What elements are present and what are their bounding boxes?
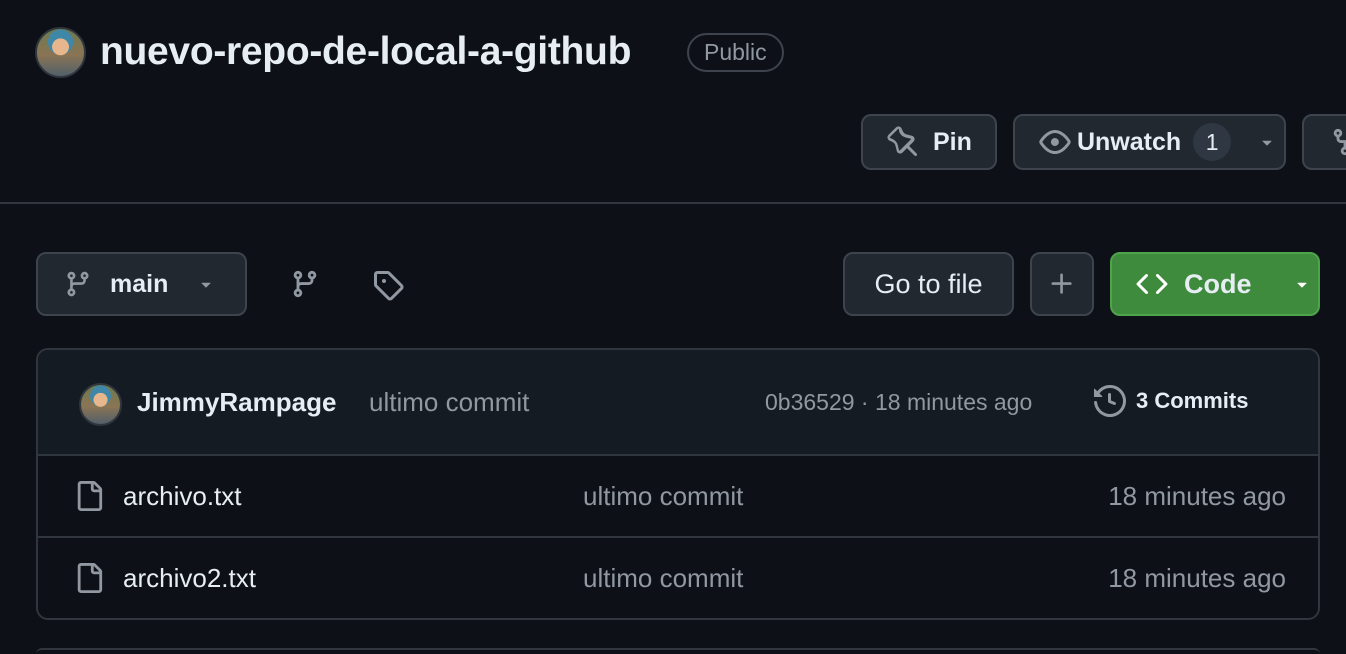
pin-icon: [887, 126, 919, 158]
pin-button[interactable]: Pin: [861, 114, 997, 170]
file-icon: [74, 480, 104, 512]
watchers-count: 1: [1193, 123, 1232, 161]
author-avatar[interactable]: [79, 383, 122, 426]
add-file-button[interactable]: [1030, 252, 1094, 316]
repo-title[interactable]: nuevo-repo-de-local-a-github: [100, 26, 631, 78]
unwatch-button[interactable]: Unwatch 1: [1013, 114, 1286, 170]
file-name[interactable]: archivo.txt: [123, 481, 242, 512]
file-row[interactable]: archivo.txt ultimo commit 18 minutes ago: [38, 456, 1318, 538]
file-commit-message[interactable]: ultimo commit: [583, 481, 743, 512]
tag-icon[interactable]: [372, 269, 404, 301]
file-table: JimmyRampage ultimo commit 0b36529 · 18 …: [36, 348, 1320, 620]
latest-commit-bar: JimmyRampage ultimo commit 0b36529 · 18 …: [38, 350, 1318, 456]
git-branch-icon: [64, 270, 92, 298]
fork-button[interactable]: [1302, 114, 1346, 170]
commits-link[interactable]: 3 Commits: [1094, 385, 1248, 417]
code-button[interactable]: Code: [1110, 252, 1320, 316]
triangle-down-icon[interactable]: [1257, 132, 1277, 152]
file-row[interactable]: archivo2.txt ultimo commit 18 minutes ag…: [38, 538, 1318, 618]
readme-box-edge: [36, 648, 1320, 654]
file-name[interactable]: archivo2.txt: [123, 563, 256, 594]
git-branch-icon[interactable]: [290, 269, 320, 299]
commits-count: 3 Commits: [1136, 388, 1249, 413]
visibility-badge: Public: [687, 33, 784, 72]
file-commit-time: 18 minutes ago: [1108, 563, 1286, 593]
pin-label: Pin: [933, 127, 972, 156]
triangle-down-icon: [196, 274, 216, 294]
eye-icon: [1039, 126, 1071, 158]
file-commit-time: 18 minutes ago: [1108, 481, 1286, 511]
unwatch-label: Unwatch: [1077, 127, 1182, 156]
owner-avatar[interactable]: [35, 27, 86, 78]
plus-icon: [1048, 270, 1076, 298]
triangle-down-icon: [1292, 274, 1312, 294]
go-to-file-button[interactable]: Go to file: [843, 252, 1014, 316]
commit-message[interactable]: ultimo commit: [369, 387, 529, 418]
header-divider: [0, 202, 1346, 204]
branch-name: main: [110, 269, 169, 298]
code-icon: [1136, 268, 1168, 300]
commit-author[interactable]: JimmyRampage: [137, 387, 336, 418]
history-icon: [1094, 385, 1126, 417]
repo-forked-icon: [1330, 127, 1346, 157]
commit-hash-time[interactable]: 0b36529 · 18 minutes ago: [765, 389, 1032, 416]
file-commit-message[interactable]: ultimo commit: [583, 563, 743, 594]
branch-selector[interactable]: main: [36, 252, 247, 316]
code-label: Code: [1184, 268, 1252, 299]
file-icon: [74, 562, 104, 594]
